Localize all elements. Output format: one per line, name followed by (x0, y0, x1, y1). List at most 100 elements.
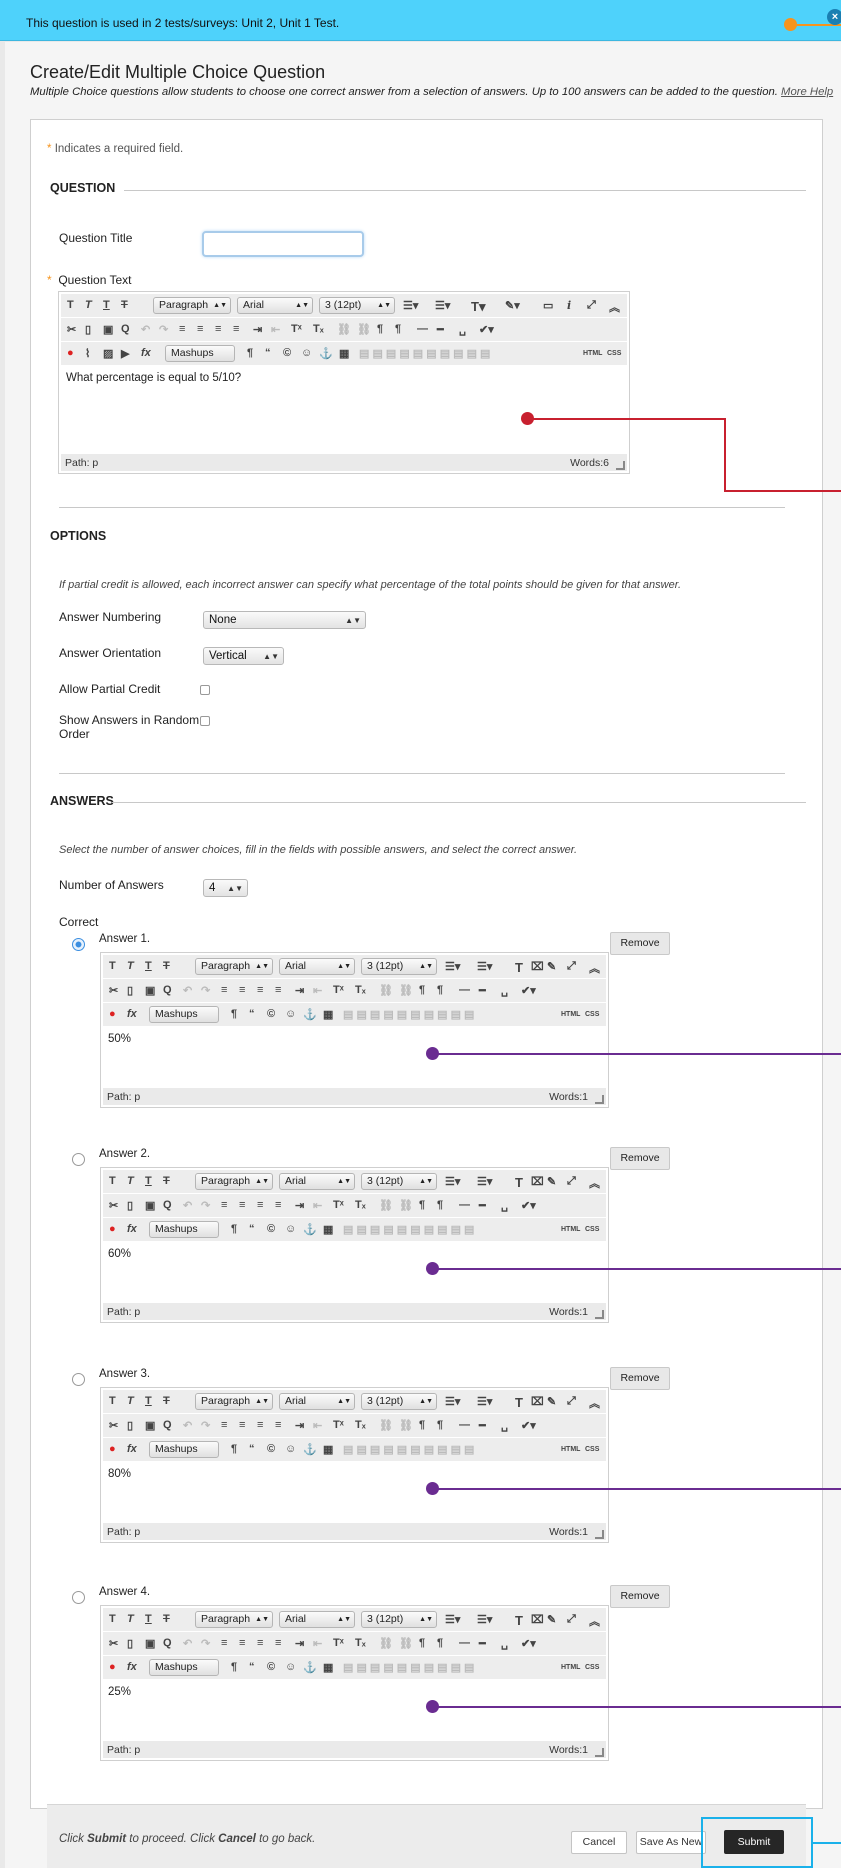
quote-icon[interactable]: “ (249, 1223, 255, 1235)
copy-icon[interactable]: ▯ (127, 1637, 133, 1650)
link-icon[interactable]: ⛓ (379, 1637, 393, 1650)
table-icon[interactable]: ▦ (323, 1223, 333, 1236)
unlink-icon[interactable]: ⛓ (399, 1199, 413, 1212)
mashups-dropdown[interactable]: Mashups (149, 1221, 219, 1238)
record-icon[interactable]: ● (109, 1661, 116, 1673)
spellcheck-icon[interactable]: ✔▾ (521, 1419, 536, 1432)
collapse-icon[interactable]: ︽ (609, 299, 620, 315)
bold-icon[interactable]: T (109, 1395, 116, 1407)
subscript-icon[interactable]: Tₓ (355, 1637, 366, 1649)
cut-icon[interactable]: ✂ (109, 1199, 118, 1212)
ltr-icon[interactable]: ¶ (377, 323, 383, 335)
spellcheck-icon[interactable]: ✔▾ (521, 1637, 536, 1650)
anchor-icon[interactable]: ⚓ (303, 1223, 317, 1236)
align-left-icon[interactable]: ≡ (221, 984, 227, 996)
answer-orientation-select[interactable]: Vertical ▲▼ (203, 647, 284, 665)
clear-format-icon[interactable]: ⌧ (531, 1175, 544, 1188)
undo-icon[interactable]: ↶ (141, 323, 150, 336)
table-tools-icon[interactable]: ▤ ▤ ▤ ▤ ▤ ▤ ▤ ▤ ▤ ▤ (343, 1008, 474, 1021)
remove-answer-button[interactable]: Remove (610, 1147, 670, 1170)
mashups-dropdown[interactable]: Mashups (149, 1006, 219, 1023)
superscript-icon[interactable]: Tˣ (333, 1419, 344, 1431)
bold-icon[interactable]: T (109, 1613, 116, 1625)
undo-icon[interactable]: ↶ (183, 1637, 192, 1650)
font-dropdown[interactable]: Arial ▲▼ (237, 297, 313, 314)
text-format-icon[interactable]: T (515, 1613, 523, 1628)
close-icon[interactable]: × (827, 9, 841, 25)
css-button[interactable]: CSS (585, 1664, 599, 1671)
spellcheck-icon[interactable]: ✔▾ (479, 323, 494, 336)
resize-handle-icon[interactable] (616, 461, 625, 470)
numbered-list-icon[interactable]: ☰▾ (477, 960, 492, 973)
collapse-icon[interactable]: ︽ (589, 1175, 600, 1191)
clear-format-icon[interactable]: ⌧ (531, 960, 544, 973)
rtl-icon[interactable]: ¶ (395, 323, 401, 335)
rtl-icon[interactable]: ¶ (437, 984, 443, 996)
bullet-list-icon[interactable]: ☰▾ (445, 1613, 460, 1626)
thick-rule-icon[interactable]: ━ (479, 1637, 486, 1650)
align-left-icon[interactable]: ≡ (221, 1199, 227, 1211)
resize-handle-icon[interactable] (595, 1530, 604, 1539)
find-icon[interactable]: Q (163, 1419, 172, 1431)
emoticon-icon[interactable]: ☺ (301, 347, 312, 359)
correct-answer-radio[interactable] (72, 1373, 85, 1386)
superscript-icon[interactable]: Tˣ (291, 323, 302, 335)
quote-icon[interactable]: “ (249, 1661, 255, 1673)
math-icon[interactable]: fx (127, 1661, 137, 1673)
correct-answer-radio[interactable] (72, 1153, 85, 1166)
numbered-list-icon[interactable]: ☰▾ (477, 1395, 492, 1408)
emoticon-icon[interactable]: ☺ (285, 1223, 296, 1235)
link-icon[interactable]: ⛓ (379, 1199, 393, 1212)
rtl-icon[interactable]: ¶ (437, 1199, 443, 1211)
italic-icon[interactable]: T (127, 960, 134, 972)
justify-icon[interactable]: ≡ (233, 323, 239, 335)
font-dropdown[interactable]: Arial ▲▼ (279, 1173, 355, 1190)
justify-icon[interactable]: ≡ (275, 984, 281, 996)
number-of-answers-select[interactable]: 4 ▲▼ (203, 879, 248, 897)
answer-numbering-select[interactable]: None ▲▼ (203, 611, 366, 629)
bold-icon[interactable]: T (109, 1175, 116, 1187)
fullscreen-icon[interactable]: ⤢ (567, 1613, 576, 1626)
find-icon[interactable]: Q (163, 1199, 172, 1211)
fullscreen-icon[interactable]: ⤢ (567, 960, 576, 973)
mashups-dropdown[interactable]: Mashups (165, 345, 235, 362)
underline-icon[interactable]: T (145, 960, 152, 972)
paragraph-icon[interactable]: ¶ (231, 1008, 237, 1020)
strikethrough-icon[interactable]: T (163, 1175, 170, 1187)
outdent-icon[interactable]: ⇤ (313, 984, 322, 997)
bold-icon[interactable]: T (109, 960, 116, 972)
indent-icon[interactable]: ⇥ (295, 1637, 304, 1650)
horizontal-rule-icon[interactable]: — (417, 323, 428, 335)
spellcheck-icon[interactable]: ✔▾ (521, 984, 536, 997)
quote-icon[interactable]: “ (265, 347, 271, 359)
strikethrough-icon[interactable]: T (163, 960, 170, 972)
paste-icon[interactable]: ▣ (145, 1199, 155, 1212)
numbered-list-icon[interactable]: ☰▾ (477, 1613, 492, 1626)
highlight-icon[interactable]: ✎▾ (505, 299, 520, 312)
rtl-icon[interactable]: ¶ (437, 1637, 443, 1649)
ltr-icon[interactable]: ¶ (419, 1637, 425, 1649)
bold-icon[interactable]: T (67, 299, 74, 311)
copyright-icon[interactable]: © (267, 1443, 275, 1455)
table-icon[interactable]: ▦ (323, 1661, 333, 1674)
record-icon[interactable]: ● (109, 1443, 116, 1455)
save-as-new-button[interactable]: Save As New (636, 1831, 706, 1854)
css-button[interactable]: CSS (585, 1446, 599, 1453)
paragraph-icon[interactable]: ¶ (247, 347, 253, 359)
italic-icon[interactable]: T (127, 1395, 134, 1407)
size-dropdown[interactable]: 3 (12pt) ▲▼ (319, 297, 395, 314)
subscript-icon[interactable]: Tₓ (355, 1199, 366, 1211)
ltr-icon[interactable]: ¶ (419, 984, 425, 996)
correct-answer-radio[interactable] (72, 1591, 85, 1604)
indent-icon[interactable]: ⇥ (295, 984, 304, 997)
clear-format-icon[interactable]: ⌧ (531, 1395, 544, 1408)
text-color-icon[interactable]: T▾ (471, 299, 485, 315)
collapse-icon[interactable]: ︽ (589, 1395, 600, 1411)
resize-handle-icon[interactable] (595, 1748, 604, 1757)
paragraph-icon[interactable]: ¶ (231, 1661, 237, 1673)
text-format-icon[interactable]: T (515, 1175, 523, 1190)
resize-handle-icon[interactable] (595, 1095, 604, 1104)
thick-rule-icon[interactable]: ━ (479, 984, 486, 997)
html-button[interactable]: HTML (561, 1446, 580, 1453)
thick-rule-icon[interactable]: ━ (437, 323, 444, 336)
